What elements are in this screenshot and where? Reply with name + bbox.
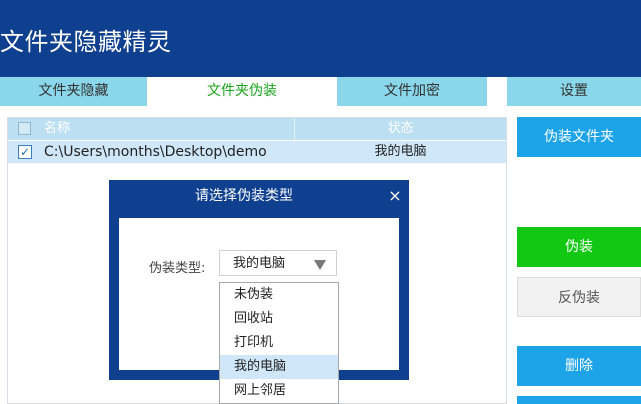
next-action-button[interactable] — [517, 396, 641, 404]
delete-button[interactable]: 删除 — [517, 346, 641, 386]
tab-folder-hide[interactable]: 文件夹隐藏 — [0, 77, 147, 106]
disguise-type-label: 伪装类型: — [149, 261, 206, 276]
undisguise-button[interactable]: 反伪装 — [517, 277, 641, 317]
close-icon[interactable]: × — [383, 183, 407, 209]
dropdown-option-my-computer[interactable]: 我的电脑 — [220, 355, 338, 379]
column-header-name[interactable]: 名称 — [44, 118, 70, 140]
disguise-type-select[interactable]: 我的电脑 — [219, 250, 337, 276]
tab-settings[interactable]: 设置 — [507, 77, 641, 106]
tab-folder-disguise[interactable]: 文件夹伪装 — [167, 77, 317, 106]
list-header: 名称 状态 — [8, 118, 506, 140]
disguise-button[interactable]: 伪装 — [517, 227, 641, 267]
app-header: 文件夹隐藏精灵 — [0, 0, 641, 77]
dropdown-option-printer[interactable]: 打印机 — [220, 331, 338, 355]
disguise-folder-button[interactable]: 伪装文件夹 — [517, 117, 641, 157]
app-title: 文件夹隐藏精灵 — [0, 28, 172, 56]
dropdown-arrow-icon[interactable] — [314, 260, 326, 270]
select-value: 我的电脑 — [233, 256, 286, 271]
row-status: 我的电脑 — [374, 144, 427, 159]
row-checkbox-checked-icon[interactable]: ✓ — [18, 145, 32, 159]
tab-file-encrypt[interactable]: 文件加密 — [337, 77, 487, 106]
dropdown-option-recycle-bin[interactable]: 回收站 — [220, 307, 338, 331]
dropdown-option-network-places[interactable]: 网上邻居 — [220, 379, 338, 403]
row-path: C:\Users\months\Desktop\demo — [44, 144, 267, 160]
dropdown-option-none[interactable]: 未伪装 — [220, 283, 338, 307]
disguise-type-dropdown[interactable]: 未伪装 回收站 打印机 我的电脑 网上邻居 — [219, 282, 339, 404]
column-header-status[interactable]: 状态 — [295, 118, 506, 140]
select-all-checkbox[interactable] — [18, 122, 31, 135]
table-row[interactable]: ✓ C:\Users\months\Desktop\demo 我的电脑 — [8, 141, 506, 163]
dialog-title: 请选择伪装类型 — [195, 188, 293, 204]
